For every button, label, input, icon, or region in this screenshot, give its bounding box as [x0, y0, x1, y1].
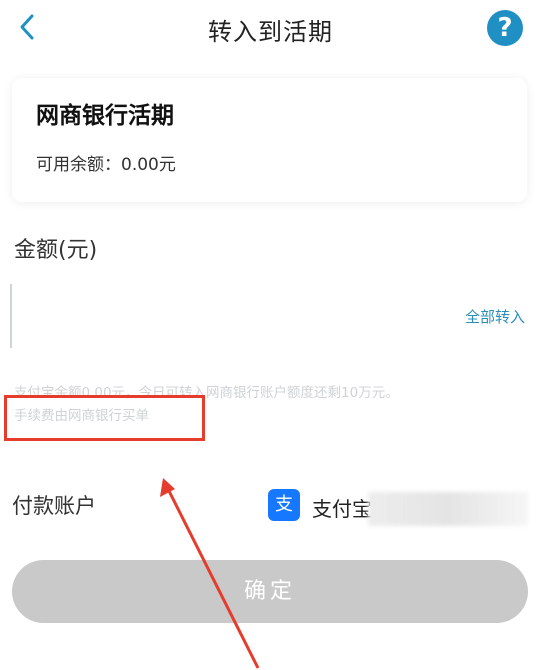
highlight-box: [4, 395, 205, 441]
obscured-account-info: [368, 492, 528, 526]
alipay-icon: 支: [268, 489, 300, 521]
transfer-all-link[interactable]: 全部转入: [465, 306, 525, 327]
available-balance: 可用余额：0.00元: [36, 155, 176, 175]
amount-input[interactable]: [10, 284, 440, 352]
confirm-button[interactable]: 确定: [12, 560, 528, 623]
account-card: 网商银行活期 可用余额：0.00元: [12, 78, 527, 202]
account-name: 网商银行活期: [36, 103, 174, 129]
question-icon[interactable]: ?: [487, 10, 523, 46]
payment-account-label: 付款账户: [12, 494, 96, 518]
top-nav: 转入到活期 ?: [0, 0, 541, 58]
page-title: 转入到活期: [208, 18, 333, 46]
amount-label: 金额(元): [14, 238, 98, 263]
text-caret: [10, 284, 12, 348]
payment-method-name[interactable]: 支付宝: [312, 493, 372, 522]
